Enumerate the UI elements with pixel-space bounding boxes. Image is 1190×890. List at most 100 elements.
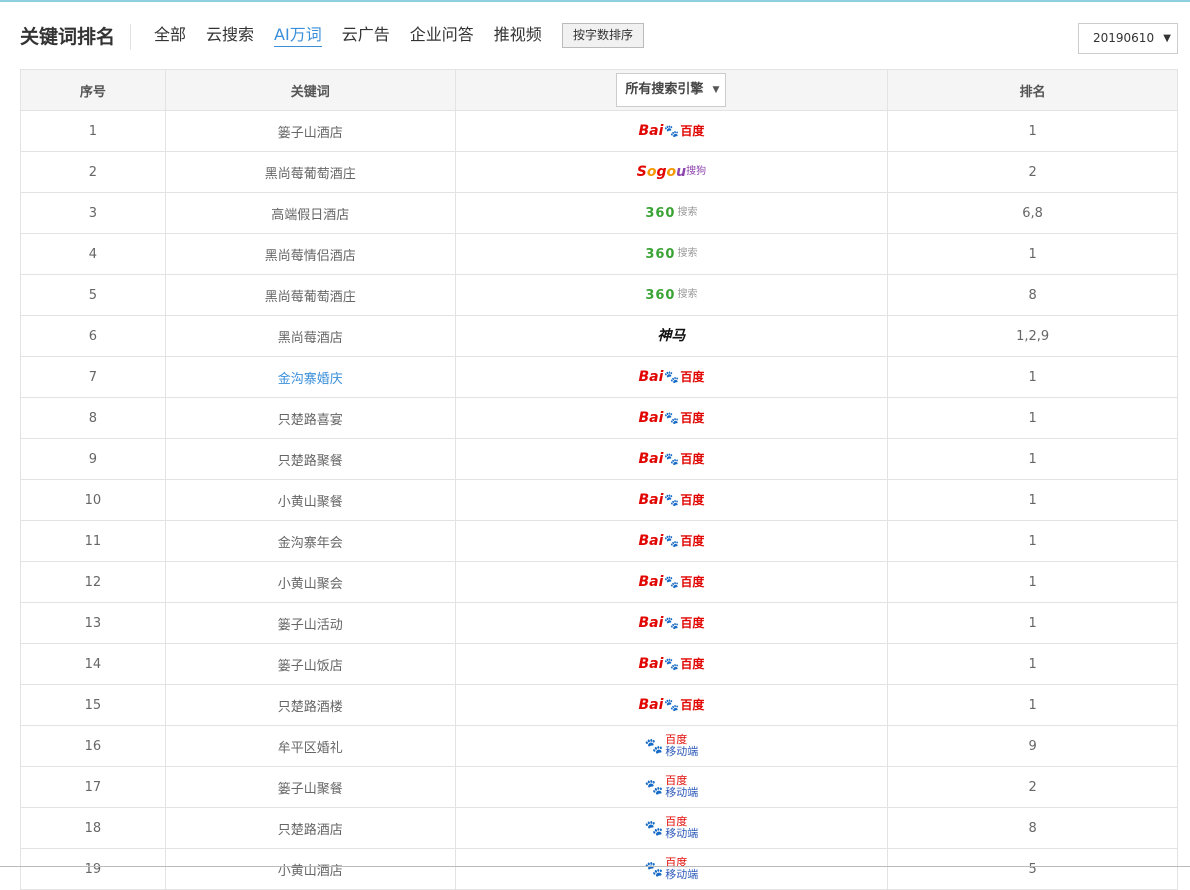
cell-engine: Bai 🐾 百度	[454, 602, 889, 644]
baidu-mobile-logo-icon: 🐾 百度 移动端	[645, 816, 699, 840]
baidu-logo-suffix: 百度	[680, 657, 705, 671]
cell-engine: Bai 🐾 百度	[454, 684, 889, 726]
baidu-paw-icon: 🐾	[644, 859, 664, 878]
cell-keyword: 小黄山聚餐	[164, 479, 456, 521]
cell-engine: Bai 🐾 百度	[454, 438, 889, 480]
baidu-logo-prefix: Bai	[638, 615, 664, 631]
table-row: 9 只楚路聚餐 Bai 🐾 百度 1	[20, 438, 1178, 480]
baidu-paw-icon: 🐾	[644, 818, 664, 837]
cell-engine: 神马	[454, 315, 889, 357]
baidu-logo-prefix: Bai	[638, 574, 664, 590]
baidu-logo-prefix: Bai	[638, 533, 664, 549]
baidu-mobile-line2: 移动端	[665, 868, 699, 881]
baidu-logo-suffix: 百度	[680, 698, 705, 712]
cell-keyword: 只楚路聚餐	[164, 438, 456, 480]
so360-logo-suffix: 搜索	[677, 289, 698, 300]
keyword-ranking-table: 序号 关键词 所有搜索引擎 ▼ 排名 1 篓子山酒店 Bai 🐾 百度 1 2 黑尚莓葡萄酒庄…	[20, 69, 1178, 890]
cell-index: 5	[20, 274, 166, 316]
cell-index: 12	[20, 561, 166, 603]
cell-index: 18	[20, 807, 166, 849]
date-select[interactable]: 20190610 ▼	[1078, 23, 1178, 54]
cell-keyword: 只楚路酒楼	[164, 684, 456, 726]
baidu-mobile-line2: 移动端	[665, 786, 699, 799]
table-row: 3 高端假日酒店 360 搜索 6,8	[20, 192, 1178, 234]
so360-logo-text: 360	[645, 205, 676, 221]
cell-keyword: 高端假日酒店	[164, 192, 456, 234]
cell-engine: Bai 🐾 百度	[454, 356, 889, 398]
cell-rank: 1	[887, 561, 1178, 603]
baidu-logo-suffix: 百度	[680, 616, 705, 630]
sort-by-length-button[interactable]: 按字数排序	[562, 23, 645, 48]
cell-rank: 1	[887, 602, 1178, 644]
cell-index: 19	[20, 848, 166, 890]
cell-keyword: 黑尚莓葡萄酒庄	[164, 151, 456, 193]
cell-keyword: 只楚路酒店	[164, 807, 456, 849]
cell-index: 15	[20, 684, 166, 726]
baidu-paw-icon: 🐾	[664, 657, 680, 671]
baidu-paw-icon: 🐾	[664, 575, 680, 589]
table-row: 18 只楚路酒店 🐾 百度 移动端 8	[20, 807, 1178, 849]
baidu-paw-icon: 🐾	[664, 124, 680, 138]
table-header-row: 序号 关键词 所有搜索引擎 ▼ 排名	[20, 69, 1178, 111]
baidu-logo-suffix: 百度	[680, 534, 705, 548]
so360-logo-icon: 360 搜索	[645, 289, 697, 302]
cell-rank: 1	[887, 520, 1178, 562]
cell-keyword[interactable]: 金沟寨婚庆	[164, 356, 456, 398]
table-row: 14 篓子山饭店 Bai 🐾 百度 1	[20, 643, 1178, 685]
cell-keyword: 篓子山聚餐	[164, 766, 456, 808]
cell-index: 7	[20, 356, 166, 398]
cell-engine: Bai 🐾 百度	[454, 397, 889, 439]
baidu-logo-prefix: Bai	[638, 369, 664, 385]
so360-logo-icon: 360 搜索	[645, 248, 697, 261]
table-row: 16 牟平区婚礼 🐾 百度 移动端 9	[20, 725, 1178, 767]
tab-1[interactable]: 云搜索	[206, 24, 254, 47]
date-select-value: 20190610	[1093, 31, 1155, 45]
table-row: 4 黑尚莓情侣酒店 360 搜索 1	[20, 233, 1178, 275]
cell-rank: 1	[887, 438, 1178, 480]
baidu-logo-icon: Bai 🐾 百度	[638, 534, 704, 548]
tab-2[interactable]: AI万词	[274, 24, 322, 47]
shenma-logo-icon: 神马	[657, 329, 685, 343]
column-header-rank: 排名	[887, 69, 1178, 111]
cell-engine: Bai 🐾 百度	[454, 520, 889, 562]
baidu-paw-icon: 🐾	[664, 370, 680, 384]
baidu-mobile-logo: 🐾 百度 移动端	[645, 857, 699, 881]
table-row: 15 只楚路酒楼 Bai 🐾 百度 1	[20, 684, 1178, 726]
baidu-logo-icon: Bai 🐾 百度	[638, 411, 704, 425]
baidu-logo-icon: Bai 🐾 百度	[638, 657, 704, 671]
baidu-logo-prefix: Bai	[638, 697, 664, 713]
so360-logo-icon: 360 搜索	[645, 207, 697, 220]
baidu-mobile-logo-icon: 🐾 百度 移动端	[645, 734, 699, 758]
baidu-paw-icon: 🐾	[644, 736, 664, 755]
baidu-logo-prefix: Bai	[638, 492, 664, 508]
cell-index: 11	[20, 520, 166, 562]
tab-3[interactable]: 云广告	[342, 24, 390, 47]
so360-logo-text: 360	[645, 287, 676, 303]
baidu-mobile-logo: 🐾 百度 移动端	[645, 816, 699, 840]
cell-engine: Bai 🐾 百度	[454, 479, 889, 521]
tab-4[interactable]: 企业问答	[410, 24, 474, 47]
cell-rank: 6,8	[887, 192, 1178, 234]
column-header-keyword: 关键词	[164, 69, 456, 111]
cell-keyword: 篓子山饭店	[164, 643, 456, 685]
baidu-mobile-text: 百度 移动端	[665, 775, 698, 799]
cell-index: 4	[20, 233, 166, 275]
tab-5[interactable]: 推视频	[494, 24, 542, 47]
cell-engine: 🐾 百度 移动端	[454, 766, 889, 808]
baidu-mobile-logo-icon: 🐾 百度 移动端	[645, 857, 699, 881]
baidu-paw-icon: 🐾	[664, 698, 680, 712]
baidu-logo-icon: Bai 🐾 百度	[638, 370, 704, 384]
table-row: 13 篓子山活动 Bai 🐾 百度 1	[20, 602, 1178, 644]
shenma-logo-text: 神马	[657, 328, 686, 344]
cell-index: 17	[20, 766, 166, 808]
column-header-index: 序号	[20, 69, 166, 111]
cell-keyword: 黑尚莓酒店	[164, 315, 456, 357]
tab-0[interactable]: 全部	[154, 24, 186, 47]
cell-engine: Bai 🐾 百度	[454, 561, 889, 603]
baidu-mobile-text: 百度 移动端	[665, 857, 698, 881]
cell-rank: 8	[887, 807, 1178, 849]
engine-filter-select[interactable]: 所有搜索引擎 ▼	[616, 73, 727, 107]
cell-index: 14	[20, 643, 166, 685]
chevron-down-icon: ▼	[712, 85, 720, 95]
cell-keyword: 小黄山聚会	[164, 561, 456, 603]
